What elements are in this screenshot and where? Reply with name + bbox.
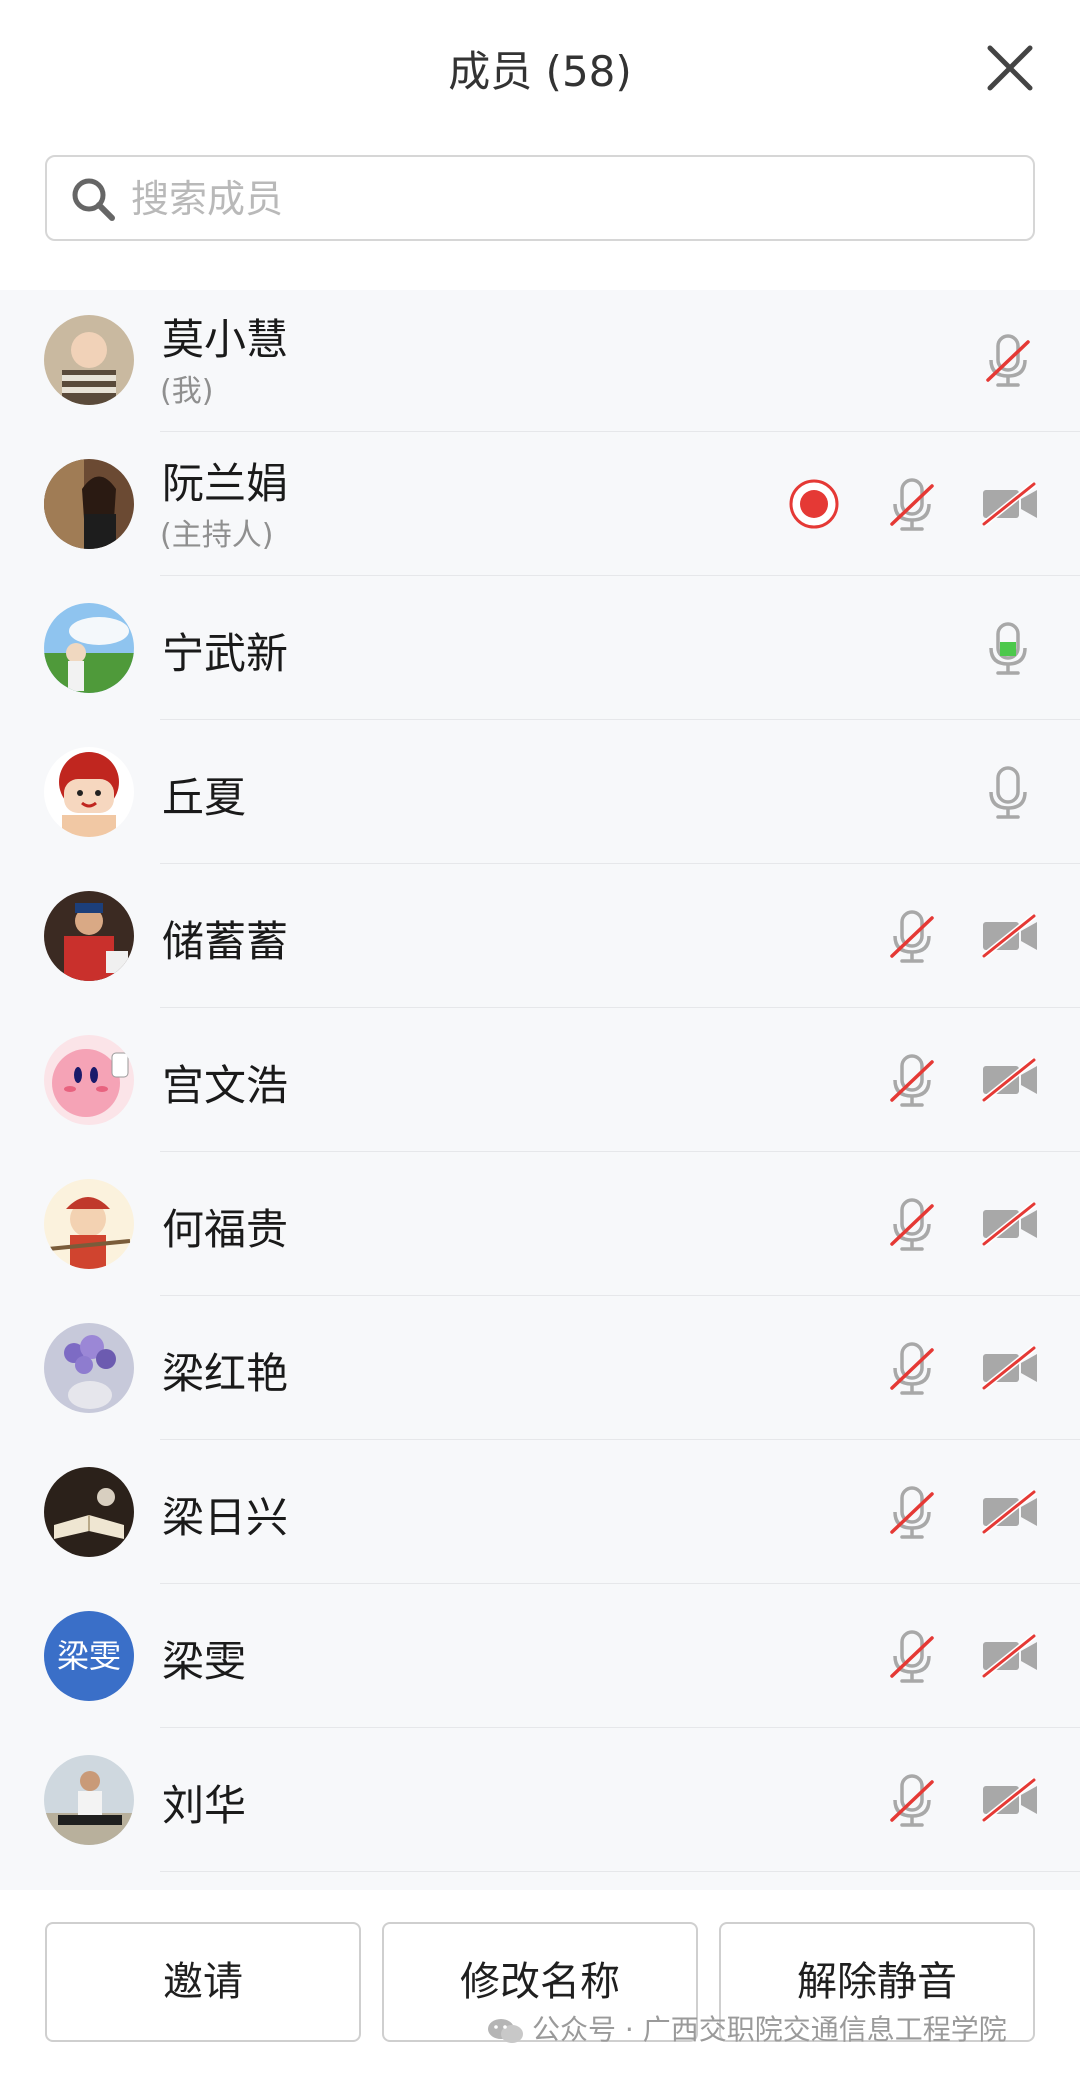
mic-muted-icon[interactable] — [880, 1624, 944, 1688]
close-icon[interactable] — [980, 38, 1040, 98]
avatar — [44, 1179, 134, 1269]
member-name: 宫文浩 — [162, 1061, 289, 1110]
member-role: (主持人) — [160, 518, 274, 553]
member-name: 宁武新 — [162, 629, 289, 678]
watermark-text: 公众号 · 广西交职院交通信息工程学院 — [532, 2013, 1007, 2046]
member-row[interactable]: 阮兰娟 (主持人) — [0, 432, 1080, 576]
member-name: 丘夏 — [162, 773, 247, 822]
member-name: 莫小慧 — [162, 315, 289, 364]
member-name: 梁红艳 — [162, 1349, 289, 1398]
member-row[interactable]: 宁武新 — [0, 576, 1080, 720]
member-row[interactable]: 宫文浩 — [0, 1008, 1080, 1152]
camera-off-icon[interactable] — [978, 472, 1042, 536]
recording-icon — [782, 472, 846, 536]
footer-bar: 邀请 修改名称 解除静音 公众号 · 广西交职院交通信息工程学院 — [0, 1890, 1080, 2079]
camera-off-icon[interactable] — [978, 904, 1042, 968]
mic-muted-icon[interactable] — [880, 1048, 944, 1112]
avatar — [44, 747, 134, 837]
avatar — [44, 1323, 134, 1413]
member-row[interactable]: 储蓄蓄 — [0, 864, 1080, 1008]
avatar — [44, 459, 134, 549]
wechat-icon — [488, 2019, 523, 2043]
divider — [160, 1871, 1080, 1872]
camera-off-icon[interactable] — [978, 1192, 1042, 1256]
search-box[interactable] — [45, 155, 1035, 241]
member-name: 储蓄蓄 — [162, 917, 289, 966]
invite-button[interactable]: 邀请 — [45, 1922, 361, 2042]
avatar: 梁雯 — [44, 1611, 134, 1701]
camera-off-icon[interactable] — [978, 1624, 1042, 1688]
member-row[interactable]: 梁雯 梁雯 — [0, 1584, 1080, 1728]
avatar — [44, 315, 134, 405]
avatar — [44, 1035, 134, 1125]
search-icon — [69, 175, 117, 223]
avatar — [44, 891, 134, 981]
member-list: 莫小慧 (我) 阮兰娟 (主持人) 宁武新 丘夏 储蓄蓄 宫文浩 何福贵 梁红艳… — [0, 288, 1080, 1872]
mic-muted-icon[interactable] — [976, 328, 1040, 392]
member-role: (我) — [160, 374, 214, 409]
page-title: 成员 (58) — [448, 47, 632, 96]
mic-muted-icon[interactable] — [880, 1192, 944, 1256]
member-row[interactable]: 丘夏 — [0, 720, 1080, 864]
member-name: 何福贵 — [162, 1205, 289, 1254]
camera-off-icon[interactable] — [978, 1048, 1042, 1112]
mic-muted-icon[interactable] — [880, 1336, 944, 1400]
member-name: 梁日兴 — [162, 1493, 289, 1542]
member-row[interactable]: 刘华 — [0, 1728, 1080, 1872]
avatar — [44, 603, 134, 693]
member-row[interactable]: 梁日兴 — [0, 1440, 1080, 1584]
mic-muted-icon[interactable] — [880, 472, 944, 536]
avatar — [44, 1467, 134, 1557]
mic-speaking-icon[interactable] — [976, 616, 1040, 680]
camera-off-icon[interactable] — [978, 1768, 1042, 1832]
members-header: 成员 (58) — [0, 0, 1080, 290]
avatar — [44, 1755, 134, 1845]
member-name: 刘华 — [162, 1781, 247, 1830]
camera-off-icon[interactable] — [978, 1336, 1042, 1400]
mic-icon[interactable] — [976, 760, 1040, 824]
mic-muted-icon[interactable] — [880, 904, 944, 968]
watermark: 公众号 · 广西交职院交通信息工程学院 — [486, 2008, 1007, 2048]
member-row[interactable]: 梁红艳 — [0, 1296, 1080, 1440]
member-row[interactable]: 莫小慧 (我) — [0, 288, 1080, 432]
camera-off-icon[interactable] — [978, 1480, 1042, 1544]
mic-muted-icon[interactable] — [880, 1768, 944, 1832]
mic-muted-icon[interactable] — [880, 1480, 944, 1544]
member-name: 阮兰娟 — [162, 459, 289, 508]
member-name: 梁雯 — [162, 1637, 247, 1686]
search-input[interactable] — [129, 157, 1013, 241]
member-row[interactable]: 何福贵 — [0, 1152, 1080, 1296]
